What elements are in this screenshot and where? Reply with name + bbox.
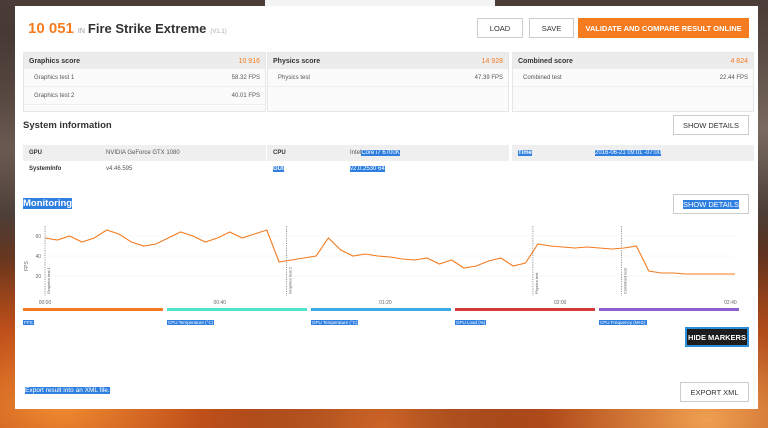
hide-markers-button[interactable]: HIDE MARKERS bbox=[685, 327, 749, 347]
x-tick-label: 00:40 bbox=[214, 300, 227, 306]
legend-item-cpu-temperature[interactable]: CPU Temperature (°C) bbox=[167, 308, 307, 325]
test-version: (V1.1) bbox=[210, 29, 227, 35]
legend-swatch-gpu-load bbox=[455, 308, 595, 311]
result-header: 10 051 IN Fire Strike Extreme (V1.1) bbox=[28, 20, 227, 42]
graphics-score-card: Graphics score 10 916 Graphics test 1 58… bbox=[23, 52, 266, 112]
graphics-test-2-value: 40.01 FPS bbox=[231, 92, 260, 99]
combined-test-label: Combined test bbox=[523, 74, 562, 81]
overall-score: 10 051 bbox=[28, 20, 74, 37]
y-tick-label: 60 bbox=[35, 234, 41, 240]
legend-swatch-fps bbox=[23, 308, 163, 311]
systeminfo-key: SystemInfo bbox=[29, 166, 62, 172]
monitoring-show-details-button[interactable]: SHOW DETAILS bbox=[673, 194, 749, 214]
system-information-title: System information bbox=[23, 120, 112, 131]
cpu-value: Intel Core i7 6700K bbox=[347, 145, 509, 161]
legend-swatch-cpu-frequency bbox=[599, 308, 739, 311]
physics-score-label: Physics score bbox=[273, 57, 321, 65]
marker-label: Graphics test 1 bbox=[46, 266, 51, 294]
legend-swatch-gpu-temperature bbox=[311, 308, 451, 311]
x-tick-label: 02:00 bbox=[554, 300, 567, 306]
x-tick-label: 00:00 bbox=[39, 300, 52, 306]
load-button[interactable]: LOAD bbox=[477, 18, 523, 38]
combined-score-value: 4 824 bbox=[730, 57, 748, 65]
fps-series-line bbox=[44, 229, 735, 275]
physics-score-card: Physics score 14 928 Physics test 47.39 … bbox=[267, 52, 509, 112]
graphics-score-value: 10 916 bbox=[238, 57, 260, 65]
cpu-value-selected: Core i7 6700K bbox=[361, 150, 400, 156]
validate-compare-button[interactable]: VALIDATE AND COMPARE RESULT ONLINE bbox=[578, 18, 749, 38]
legend-label-fps: FPS bbox=[23, 320, 34, 325]
score-row: Graphics test 2 40.01 FPS bbox=[24, 87, 265, 105]
cpu-value-prefix: Intel bbox=[350, 150, 362, 156]
save-button[interactable]: SAVE bbox=[529, 18, 574, 38]
graphics-test-1-value: 58.32 FPS bbox=[231, 74, 260, 81]
export-xml-button[interactable]: EXPORT XML bbox=[680, 382, 749, 402]
monitoring-title: Monitoring bbox=[23, 198, 73, 209]
system-show-details-button[interactable]: SHOW DETAILS bbox=[673, 115, 749, 135]
y-tick-label: 40 bbox=[35, 254, 41, 260]
legend-label-gpu-temperature: GPU Temperature (°C) bbox=[311, 320, 359, 325]
in-text: IN bbox=[77, 28, 85, 35]
test-name: Fire Strike Extreme bbox=[87, 21, 207, 36]
physics-test-value: 47.39 FPS bbox=[474, 74, 503, 81]
score-row: Graphics test 1 58.32 FPS bbox=[24, 69, 265, 87]
legend-label-cpu-temperature: CPU Temperature (°C) bbox=[167, 320, 215, 325]
monitoring-chart[interactable]: 60 40 20 FPS 00:00 00:40 01:20 02:00 02:40 Graphi… bbox=[23, 222, 743, 314]
score-row: Physics test 47.39 FPS bbox=[268, 69, 508, 87]
marker-label: Combined test bbox=[623, 267, 628, 294]
monitoring-show-details-label: SHOW DETAILS bbox=[682, 199, 740, 209]
physics-score-value: 14 928 bbox=[481, 57, 503, 65]
legend-item-cpu-frequency[interactable]: CPU Frequency (MHz) bbox=[599, 308, 739, 325]
combined-score-label: Combined score bbox=[518, 57, 573, 65]
system-table-right: Time 2016-06-21 09:01 -07:00 bbox=[512, 145, 754, 161]
graphics-test-1-label: Graphics test 1 bbox=[34, 74, 75, 81]
legend-label-cpu-frequency: CPU Frequency (MHz) bbox=[599, 320, 647, 325]
marker-label: Graphics test 2 bbox=[288, 266, 293, 294]
legend-swatch-cpu-temperature bbox=[167, 308, 307, 311]
gpu-value: NVIDIA GeForce GTX 1080 bbox=[106, 150, 180, 156]
score-row: Combined test 22.44 FPS bbox=[513, 69, 753, 87]
system-table-middle: CPU Intel Core i7 6700K GUI v2.0.2530 64 bbox=[267, 145, 509, 177]
time-key: Time bbox=[518, 150, 532, 156]
result-panel: 10 051 IN Fire Strike Extreme (V1.1) LOA… bbox=[15, 6, 758, 409]
combined-score-card: Combined score 4 824 Combined test 22.44… bbox=[512, 52, 754, 112]
cpu-key: CPU bbox=[273, 150, 286, 156]
y-tick-label: 20 bbox=[35, 274, 41, 280]
system-table-left: GPU NVIDIA GeForce GTX 1080 SystemInfo v… bbox=[23, 145, 266, 177]
export-xml-text: Export result into an XML file. bbox=[25, 387, 110, 394]
gpu-key: GPU bbox=[29, 150, 43, 156]
x-tick-label: 02:40 bbox=[724, 300, 737, 306]
graphics-test-2-label: Graphics test 2 bbox=[34, 92, 75, 99]
chart-legend: FPS CPU Temperature (°C) GPU Temperature… bbox=[23, 308, 749, 328]
gui-value: v2.0.2530 64 bbox=[350, 166, 385, 172]
combined-test-value: 22.44 FPS bbox=[719, 74, 748, 81]
x-tick-label: 01:20 bbox=[379, 300, 392, 306]
legend-item-fps[interactable]: FPS bbox=[23, 308, 163, 325]
graphics-score-label: Graphics score bbox=[29, 57, 80, 65]
systeminfo-value: v4.46.595 bbox=[106, 166, 133, 172]
gui-key: GUI bbox=[273, 166, 284, 172]
physics-test-label: Physics test bbox=[278, 74, 311, 81]
legend-label-gpu-load: GPU Load (%) bbox=[455, 320, 487, 325]
time-value: 2016-06-21 09:01 -07:00 bbox=[595, 150, 662, 156]
legend-item-gpu-load[interactable]: GPU Load (%) bbox=[455, 308, 595, 325]
export-xml-bar: Export result into an XML file. bbox=[23, 380, 749, 404]
marker-label: Physics test bbox=[534, 272, 539, 294]
y-axis-label: FPS bbox=[24, 260, 30, 270]
legend-item-gpu-temperature[interactable]: GPU Temperature (°C) bbox=[311, 308, 451, 325]
